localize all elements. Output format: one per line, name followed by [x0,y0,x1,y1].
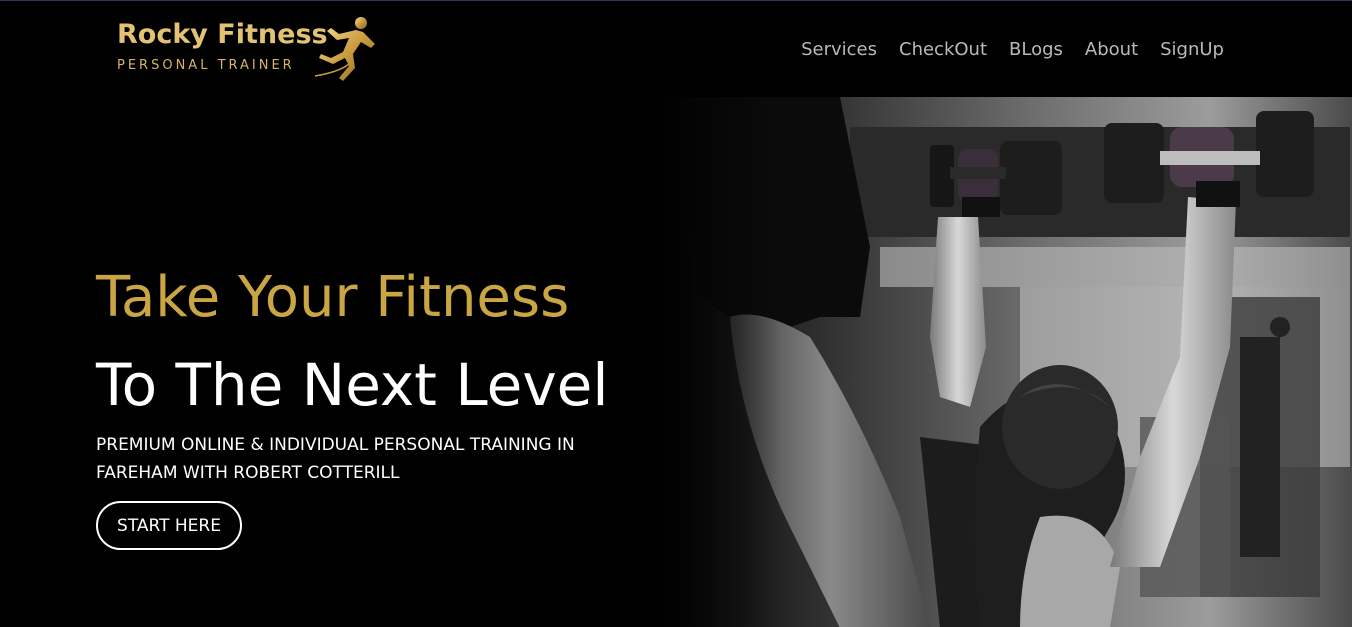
main-nav: Services CheckOut BLogs About SignUp [801,39,1224,65]
nav-item-services[interactable]: Services [801,39,877,65]
hero-headline-line1: Take Your Fitness [96,265,570,330]
brand-logo[interactable]: Rocky Fitness PERSONAL TRAINER [117,16,387,86]
hero-image [640,97,1352,627]
runner-icon [314,17,375,81]
nav-item-checkout[interactable]: CheckOut [899,39,987,65]
nav-item-about[interactable]: About [1085,39,1138,65]
start-here-button[interactable]: START HERE [96,501,242,550]
hero-subheading: PREMIUM ONLINE & INDIVIDUAL PERSONAL TRA… [96,435,575,483]
page: Rocky Fitness PERSONAL TRAINER Services … [0,0,1352,627]
nav-item-signup[interactable]: SignUp [1160,39,1224,65]
brand-name: Rocky Fitness [117,19,328,50]
hero-headline-line2: To The Next Level [96,351,609,419]
brand-tagline: PERSONAL TRAINER [117,58,295,73]
nav-item-blogs[interactable]: BLogs [1009,39,1063,65]
